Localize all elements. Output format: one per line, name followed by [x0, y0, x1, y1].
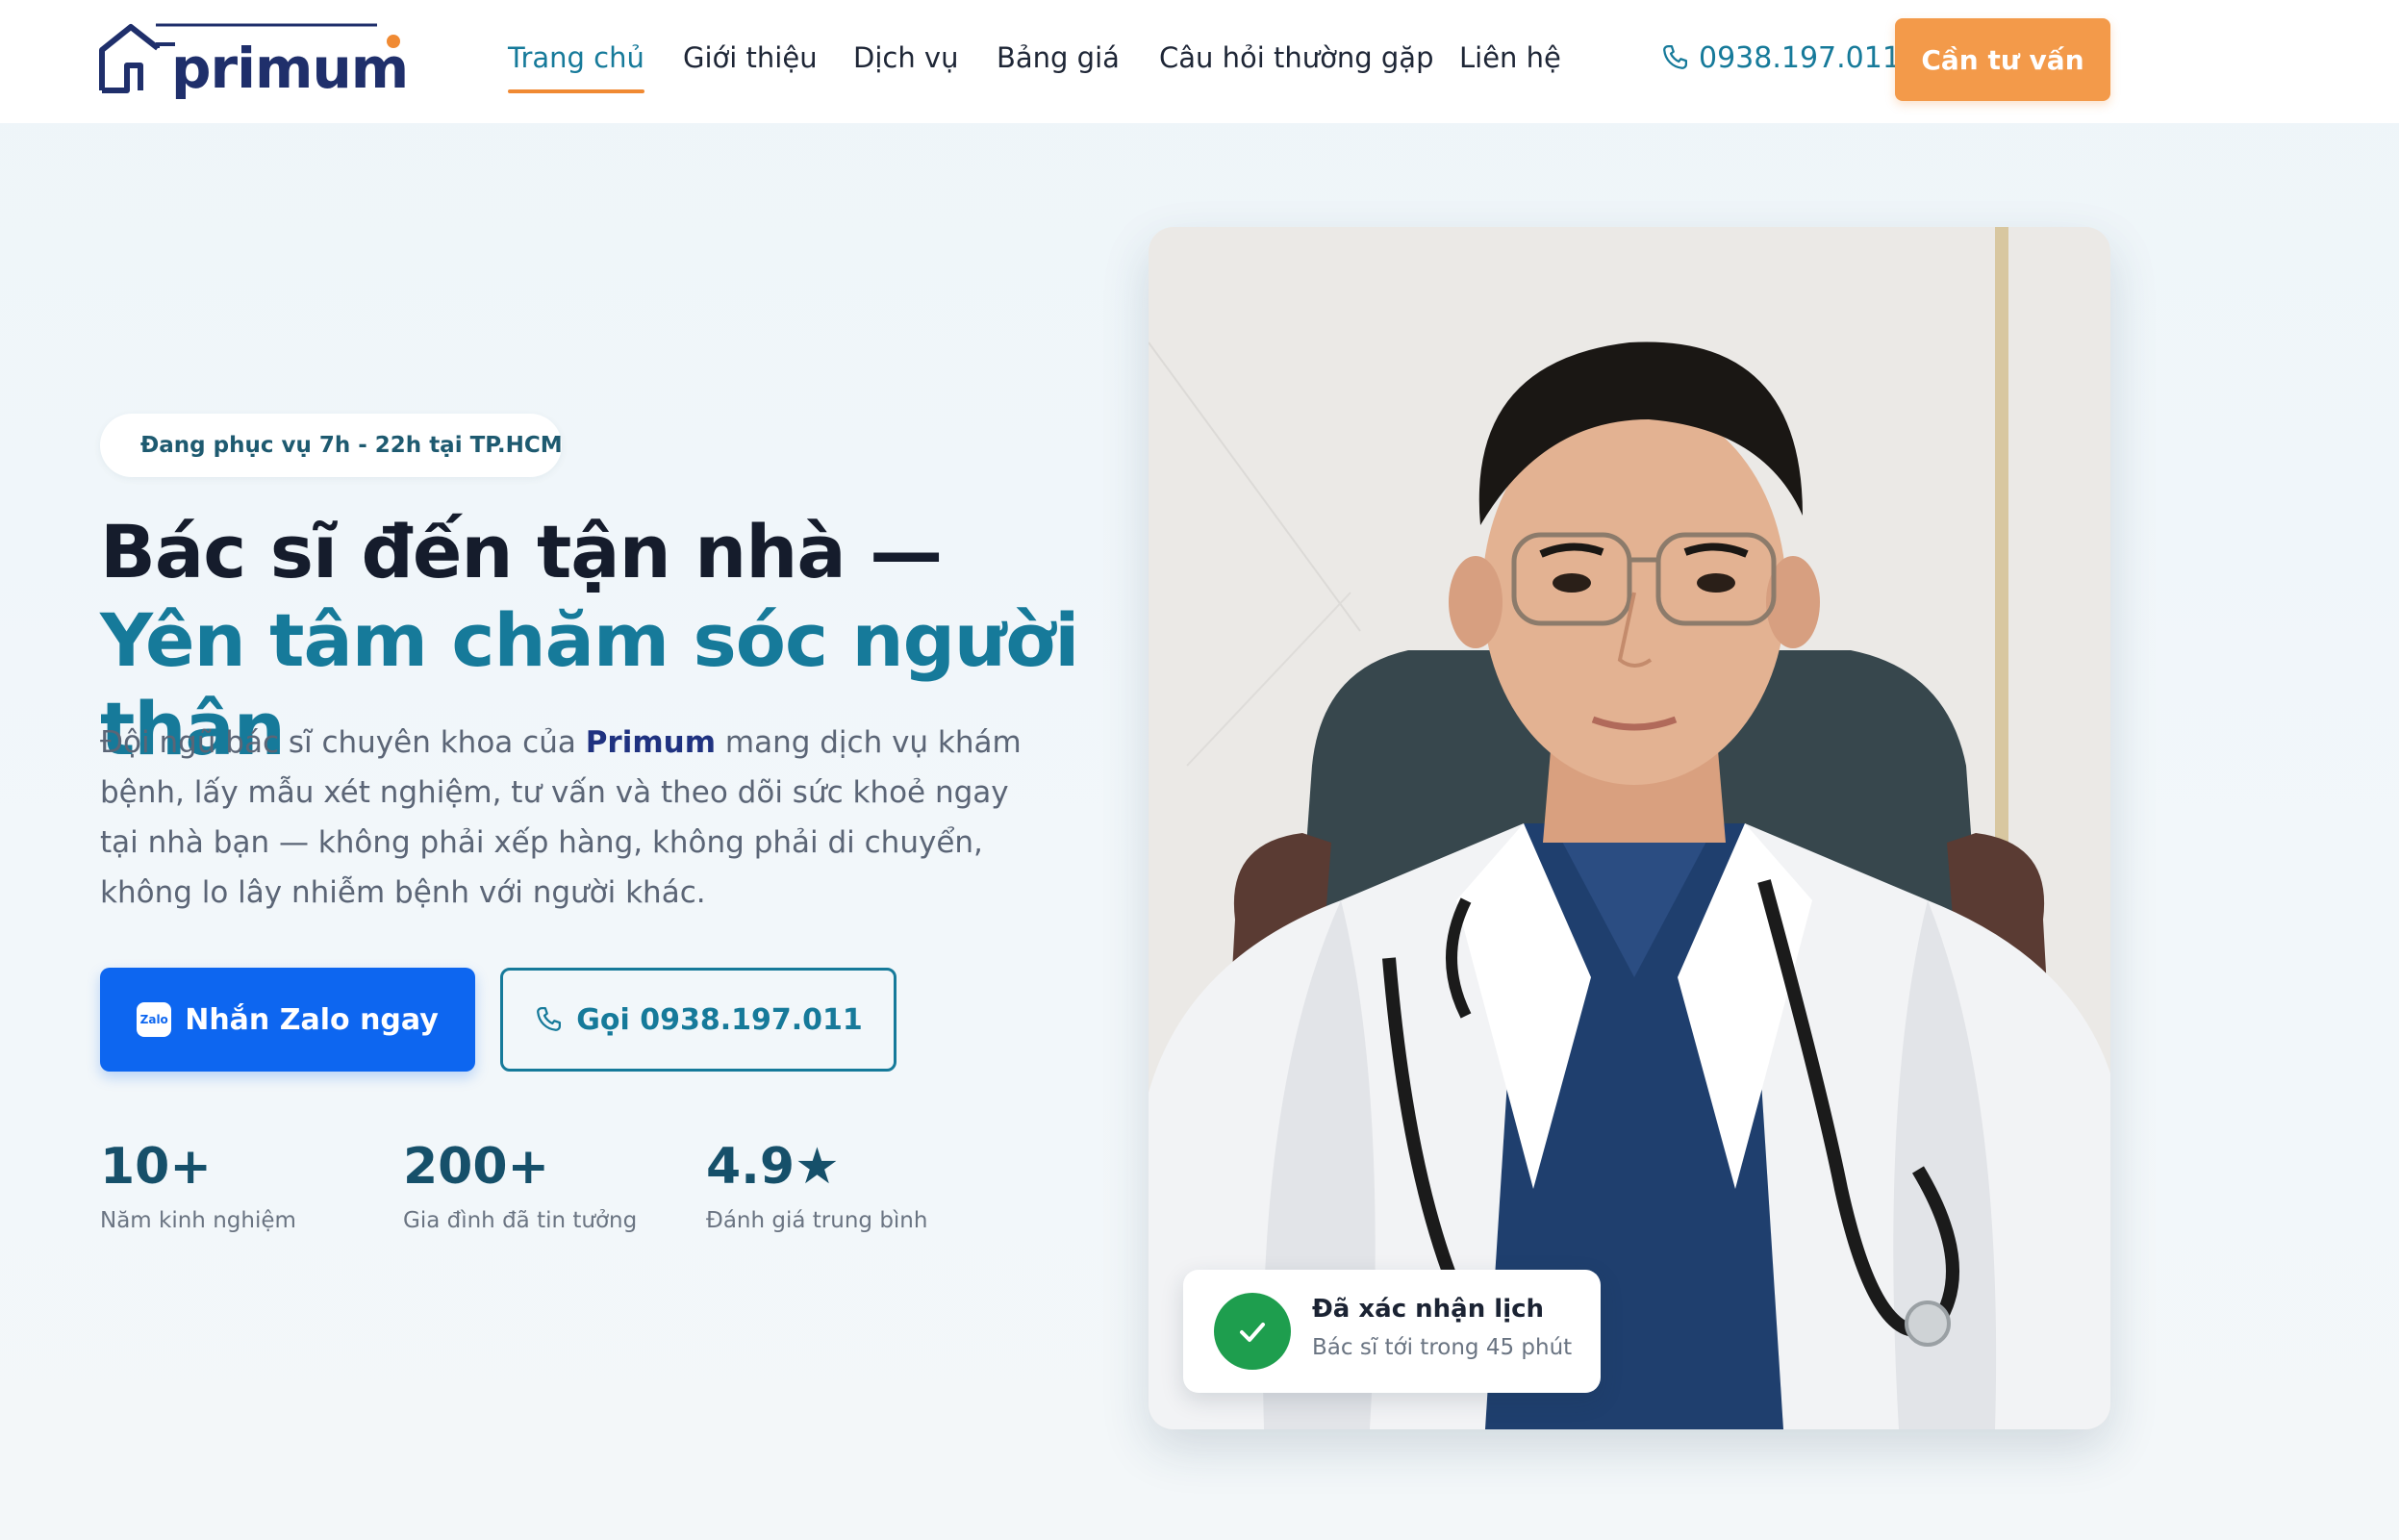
doctor-illustration — [1149, 227, 2110, 1429]
nav-item-label: Câu hỏi thường gặp — [1159, 41, 1434, 74]
brand-logo[interactable]: primum — [98, 21, 409, 101]
confirm-title: Đã xác nhận lịch — [1312, 1295, 1545, 1324]
nav-item-contact[interactable]: Liên hệ — [1459, 35, 1561, 92]
consult-button[interactable]: Cần tư vấn — [1895, 18, 2110, 101]
nav-item-services[interactable]: Dịch vụ — [853, 35, 958, 92]
booking-confirmed-card: Đã xác nhận lịch Bác sĩ tới trong 45 phú… — [1183, 1270, 1601, 1393]
site-header: primum Trang chủ Giới thiệu Dịch vụ Bảng… — [0, 0, 2399, 123]
stat-rating: 4.9★ Đánh giá trung bình — [706, 1133, 927, 1233]
desc-brand: Primum — [585, 725, 717, 760]
stat-value: 4.9★ — [706, 1138, 840, 1196]
check-circle-icon — [1214, 1293, 1291, 1370]
checkmark-icon — [1240, 1323, 1265, 1342]
nav-item-label: Dịch vụ — [853, 41, 959, 74]
zalo-icon-text: Zalo — [139, 1013, 168, 1026]
stat-label: Năm kinh nghiệm — [100, 1208, 296, 1233]
header-phone-number: 0938.197.011 — [1699, 40, 1901, 75]
hero-description: Đội ngũ bác sĩ chuyên khoa của Primum ma… — [100, 718, 1023, 918]
service-hours-badge: Đang phục vụ 7h - 22h tại TP.HCM — [100, 414, 563, 477]
nav-item-label: Trang chủ — [508, 41, 644, 74]
nav-active-indicator — [508, 89, 644, 93]
nav-item-home[interactable]: Trang chủ — [508, 35, 644, 93]
stat-label: Đánh giá trung bình — [706, 1208, 928, 1233]
nav-item-pricing[interactable]: Bảng giá — [997, 35, 1120, 92]
phone-icon — [537, 1007, 562, 1031]
nav-item-label: Bảng giá — [997, 41, 1120, 74]
nav-item-label: Liên hệ — [1459, 41, 1561, 74]
stat-value: 10+ — [100, 1138, 212, 1196]
stat-label: Gia đình đã tin tưởng — [403, 1208, 638, 1233]
zalo-button-label: Nhắn Zalo ngay — [185, 1002, 439, 1037]
stat-families: 200+ Gia đình đã tin tưởng — [403, 1133, 637, 1233]
doctor-photo — [1149, 227, 2110, 1429]
nav-item-label: Giới thiệu — [683, 41, 818, 74]
nav-item-about[interactable]: Giới thiệu — [683, 35, 818, 92]
stat-value: 200+ — [403, 1138, 550, 1196]
nav-item-faq[interactable]: Câu hỏi thường gặp — [1159, 35, 1433, 92]
headline-dark: Bác sĩ đến tận nhà — — [100, 509, 943, 594]
desc-before: Đội ngũ bác sĩ chuyên khoa của — [100, 725, 586, 760]
service-hours-text: Đang phục vụ 7h - 22h tại TP.HCM — [140, 433, 563, 458]
header-phone-link[interactable]: 0938.197.011 — [1660, 35, 1901, 81]
stat-experience: 10+ Năm kinh nghiệm — [100, 1133, 296, 1233]
phone-icon — [1663, 45, 1687, 69]
logo-dot — [387, 35, 400, 48]
brand-name: primum — [171, 36, 409, 101]
call-button-label: Gọi 0938.197.011 — [576, 1002, 863, 1037]
zalo-button[interactable]: Zalo Nhắn Zalo ngay — [100, 968, 475, 1072]
confirm-subtitle: Bác sĩ tới trong 45 phút — [1312, 1335, 1573, 1360]
zalo-icon: Zalo — [137, 1002, 172, 1037]
call-button[interactable]: Gọi 0938.197.011 — [500, 968, 896, 1072]
